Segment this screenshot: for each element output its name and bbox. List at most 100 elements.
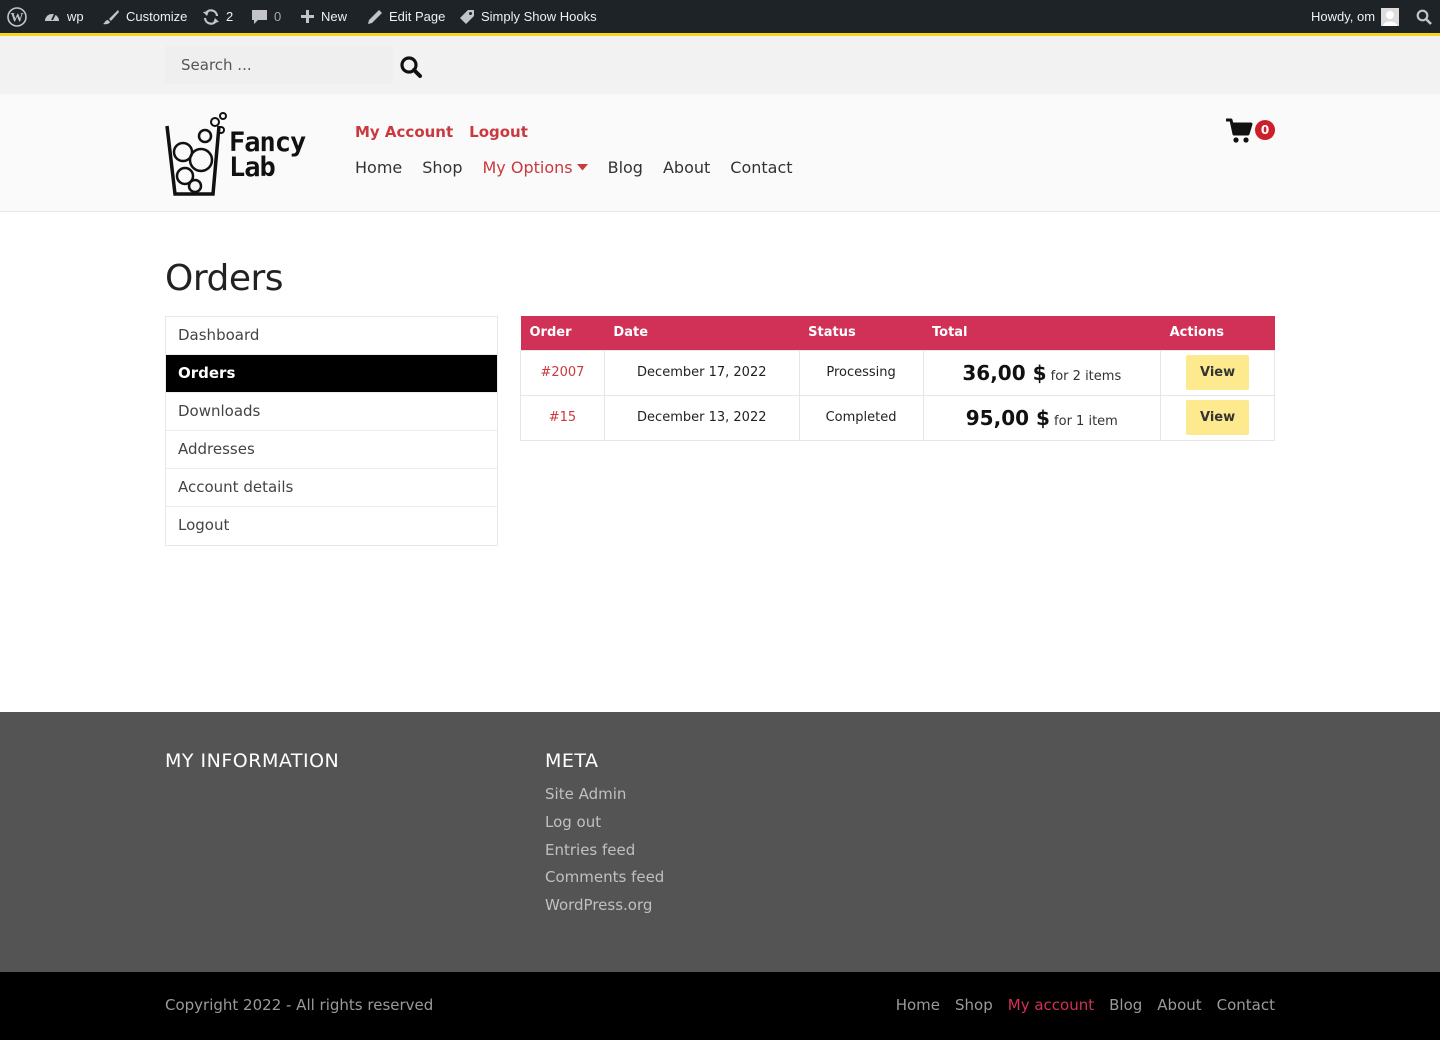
cart-button[interactable]: 0	[1225, 118, 1277, 144]
order-items-count: for 1 item	[1054, 413, 1118, 429]
order-number-cell: #15	[520, 394, 605, 441]
meta-site-admin-link[interactable]: Site Admin	[545, 785, 626, 803]
header-date: Date	[604, 316, 800, 350]
logout-link[interactable]: Logout	[469, 123, 528, 141]
avatar	[1381, 7, 1400, 26]
meta-wordpress-org-link[interactable]: WordPress.org	[545, 896, 652, 914]
order-number-link[interactable]: #15	[549, 410, 576, 425]
refresh-icon	[203, 8, 219, 25]
customize-label: Customize	[126, 9, 188, 24]
footer-nav-shop[interactable]: Shop	[955, 996, 993, 1014]
my-account-link[interactable]: My Account	[355, 123, 453, 141]
customize-link[interactable]: Customize	[102, 0, 187, 33]
caret-down-icon	[576, 164, 588, 171]
account-nav-dashboard[interactable]: Dashboard	[166, 317, 497, 355]
header-status: Status	[799, 316, 923, 350]
list-item: Entries feed	[545, 841, 664, 869]
nav-home[interactable]: Home	[355, 158, 402, 177]
site-name-link[interactable]: wp	[43, 0, 84, 33]
order-number-link[interactable]: #2007	[540, 365, 584, 380]
main-navigation: Home Shop My Options Blog About Contact	[355, 158, 793, 177]
page-title: Orders	[165, 258, 284, 299]
header-order: Order	[520, 316, 605, 350]
site-logo[interactable]: Fancy Lab	[165, 110, 327, 196]
brush-icon	[103, 9, 119, 24]
footer-meta-title: META	[545, 750, 599, 772]
list-item: Site Admin	[545, 785, 664, 813]
comments-link[interactable]: 0	[251, 0, 281, 33]
search-icon[interactable]	[398, 54, 424, 80]
edit-page-link[interactable]: Edit Page	[367, 0, 445, 33]
account-nav-logout[interactable]: Logout	[166, 507, 497, 545]
footer-nav-home[interactable]: Home	[896, 996, 940, 1014]
view-order-button[interactable]: View	[1186, 400, 1250, 435]
footer-navigation: Home Shop My account Blog About Contact	[896, 996, 1275, 1014]
order-total: 36,00 $ for 2 items	[922, 349, 1162, 396]
meta-comments-feed-link[interactable]: Comments feed	[545, 868, 664, 886]
table-row: #15 December 13, 2022 Completed 95,00 $ …	[520, 394, 1275, 441]
site-footer: MY INFORMATION META Site Admin Log out E…	[0, 712, 1440, 972]
order-date: December 17, 2022	[603, 349, 800, 396]
glass-logo-icon	[165, 112, 227, 196]
tag-icon	[460, 9, 474, 24]
simply-show-hooks-link[interactable]: Simply Show Hooks	[459, 0, 597, 33]
footer-bottom-bar: Copyright 2022 - All rights reserved Hom…	[0, 972, 1440, 1040]
pencil-icon	[368, 9, 382, 24]
nav-blog[interactable]: Blog	[608, 158, 643, 177]
howdy-text: Howdy, om	[1311, 9, 1376, 24]
order-items-count: for 2 items	[1050, 368, 1122, 384]
new-label: New	[321, 9, 348, 24]
site-name: wp	[67, 9, 84, 24]
nav-my-options[interactable]: My Options	[483, 158, 588, 177]
comment-icon	[252, 10, 267, 24]
meta-entries-feed-link[interactable]: Entries feed	[545, 841, 635, 859]
account-nav-addresses[interactable]: Addresses	[166, 431, 497, 469]
plus-icon	[301, 10, 314, 23]
footer-nav-my-account[interactable]: My account	[1008, 996, 1094, 1014]
nav-contact[interactable]: Contact	[730, 158, 792, 177]
my-account-menu[interactable]: Howdy, om	[1311, 0, 1400, 33]
new-content-link[interactable]: New	[300, 0, 347, 33]
nav-about[interactable]: About	[663, 158, 710, 177]
site-header: Fancy Lab My Account Logout Home Shop My…	[0, 94, 1440, 212]
copyright-text: Copyright 2022 - All rights reserved	[165, 996, 434, 1014]
orders-table: Order Date Status Total Actions #2007 De…	[520, 316, 1275, 441]
nav-my-options-label: My Options	[482, 158, 573, 177]
cart-count-badge: 0	[1255, 120, 1275, 140]
order-status: Processing	[798, 349, 924, 396]
order-amount: 95,00 $	[965, 405, 1050, 430]
wordpress-logo-icon[interactable]: W	[7, 0, 27, 33]
footer-nav-blog[interactable]: Blog	[1109, 996, 1142, 1014]
account-nav-account-details[interactable]: Account details	[166, 469, 497, 507]
search-bar	[0, 36, 1440, 94]
dashboard-icon	[45, 13, 59, 21]
list-item: Log out	[545, 813, 664, 841]
adminbar-search-icon[interactable]	[1416, 0, 1432, 33]
account-navigation: Dashboard Orders Downloads Addresses Acc…	[165, 316, 498, 546]
order-number-cell: #2007	[520, 349, 605, 396]
footer-nav-contact[interactable]: Contact	[1217, 996, 1275, 1014]
plugin-label: Simply Show Hooks	[481, 9, 597, 24]
meta-log-out-link[interactable]: Log out	[545, 813, 601, 831]
svg-text:W: W	[11, 9, 24, 24]
wp-admin-bar: W wp Customize 2 0 New Edit Page Simply …	[0, 0, 1440, 33]
order-amount: 36,00 $	[962, 360, 1047, 385]
logo-text: Fancy Lab	[229, 129, 306, 183]
footer-nav-about[interactable]: About	[1157, 996, 1201, 1014]
logo-line2: Lab	[229, 152, 276, 183]
order-status: Completed	[798, 394, 924, 441]
table-row: #2007 December 17, 2022 Processing 36,00…	[520, 349, 1275, 396]
account-nav-downloads[interactable]: Downloads	[166, 393, 497, 431]
edit-page-label: Edit Page	[389, 9, 446, 24]
nav-shop[interactable]: Shop	[422, 158, 462, 177]
order-date: December 13, 2022	[603, 394, 800, 441]
shopping-cart-icon	[1226, 118, 1253, 143]
account-nav-orders[interactable]: Orders	[166, 355, 497, 393]
order-actions: View	[1160, 349, 1275, 396]
order-actions: View	[1160, 394, 1275, 441]
search-input[interactable]	[165, 46, 393, 84]
view-order-button[interactable]: View	[1186, 355, 1250, 390]
comments-count: 0	[274, 9, 282, 24]
updates-link[interactable]: 2	[202, 0, 233, 33]
header-total: Total	[923, 316, 1161, 350]
